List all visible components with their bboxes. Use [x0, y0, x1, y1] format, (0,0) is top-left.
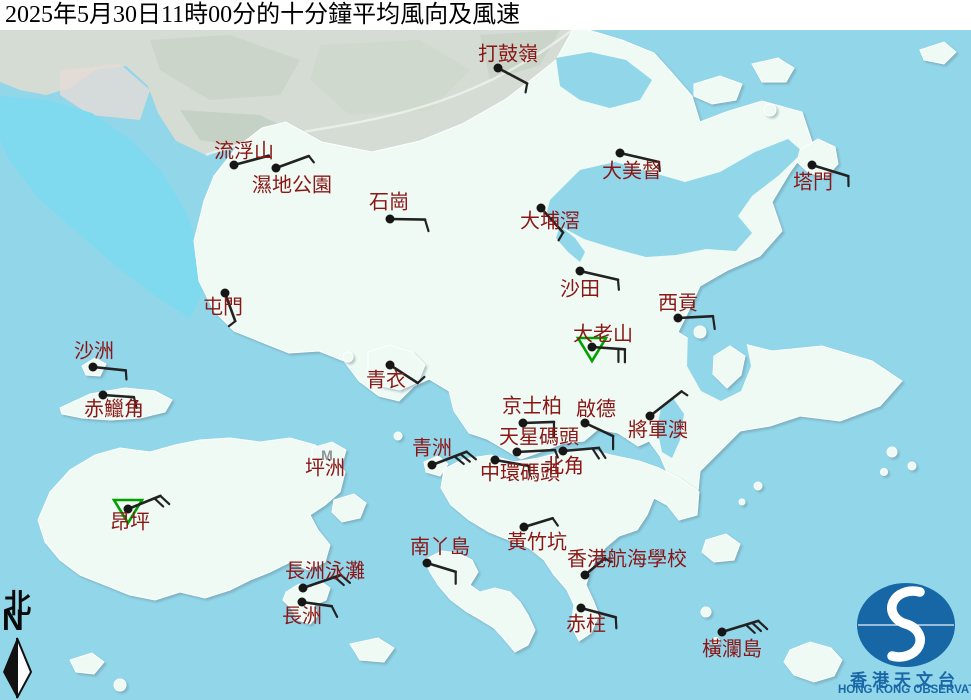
hko-logo-english-name: HONG KONG OBSERVATORY [838, 684, 971, 696]
hko-wind-map-screen: 打鼓嶺 流浮山 濕地公園 石崗 大美督 塔門 大埔滘 沙田 屯門 西貢 大老山 沙洲 赤鱲角 青衣 京士柏啟… [0, 0, 971, 700]
hong-kong-basemap [0, 25, 971, 700]
north-label-letter: N [2, 604, 24, 637]
map-title: 2025年5月30日11時00分的十分鐘平均風向及風速 [0, 0, 971, 30]
hko-logo-icon [857, 583, 955, 667]
